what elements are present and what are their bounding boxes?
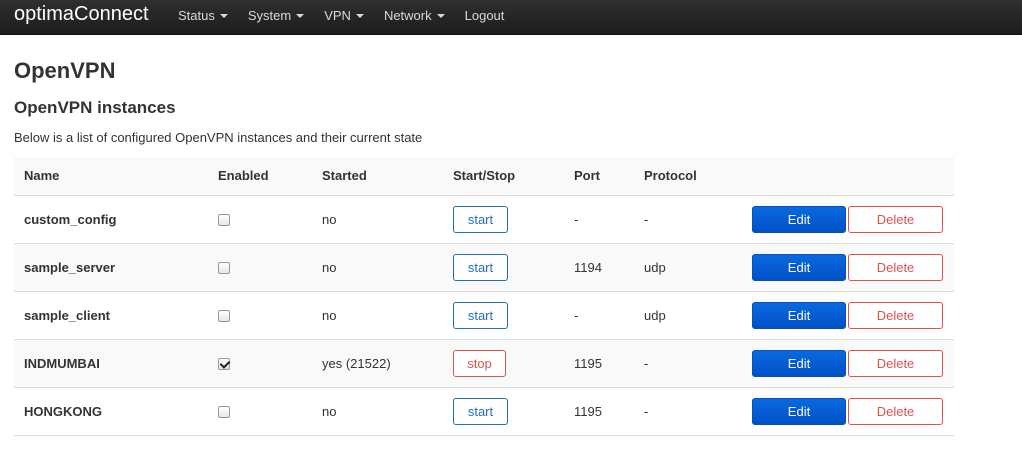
port-value: 1195 bbox=[564, 339, 634, 388]
delete-button[interactable]: Delete bbox=[848, 397, 943, 425]
top-navbar: optimaConnect Status System VPN Network … bbox=[0, 0, 1022, 35]
table-header-row: Name Enabled Started Start/Stop Port Pro… bbox=[14, 157, 954, 196]
edit-button[interactable]: Edit bbox=[752, 253, 846, 281]
actions-cell: Edit Delete bbox=[734, 387, 954, 436]
nav-vpn-label: VPN bbox=[324, 7, 351, 23]
table-row: sample_client no start - udp Edit Delete bbox=[14, 291, 954, 340]
nav-logout-label: Logout bbox=[464, 7, 505, 23]
enabled-cell bbox=[208, 243, 312, 292]
start-stop-cell: start bbox=[443, 243, 564, 292]
enabled-checkbox[interactable] bbox=[218, 406, 230, 419]
delete-button[interactable]: Delete bbox=[848, 349, 943, 377]
stop-button[interactable]: stop bbox=[453, 349, 506, 377]
start-stop-cell: start bbox=[443, 387, 564, 436]
start-button[interactable]: start bbox=[453, 205, 508, 233]
started-status: no bbox=[312, 195, 443, 244]
caret-down-icon bbox=[296, 13, 305, 18]
edit-button[interactable]: Edit bbox=[752, 301, 846, 329]
actions-cell: Edit Delete bbox=[734, 339, 954, 388]
brand-logo[interactable]: optimaConnect bbox=[0, 0, 178, 28]
start-button[interactable]: start bbox=[453, 253, 508, 281]
port-value: 1194 bbox=[564, 243, 634, 292]
caret-down-icon bbox=[219, 13, 228, 18]
table-row: sample_server no start 1194 udp Edit Delete bbox=[14, 243, 954, 292]
port-value: - bbox=[564, 195, 634, 244]
port-value: 1195 bbox=[564, 387, 634, 436]
protocol-value: udp bbox=[634, 291, 734, 340]
instance-name: sample_server bbox=[14, 243, 208, 292]
instance-name: INDMUMBAI bbox=[14, 339, 208, 388]
column-header-actions bbox=[734, 157, 954, 196]
nav-system[interactable]: System bbox=[247, 7, 305, 23]
column-header-protocol: Protocol bbox=[634, 157, 734, 196]
nav-system-label: System bbox=[247, 7, 292, 23]
started-status: yes (21522) bbox=[312, 339, 443, 388]
start-stop-cell: start bbox=[443, 195, 564, 244]
caret-down-icon bbox=[436, 13, 445, 18]
page-title: OpenVPN bbox=[14, 58, 116, 83]
enabled-cell bbox=[208, 291, 312, 340]
column-header-name: Name bbox=[14, 157, 208, 196]
started-status: no bbox=[312, 291, 443, 340]
edit-button[interactable]: Edit bbox=[752, 397, 846, 425]
delete-button[interactable]: Delete bbox=[848, 205, 943, 233]
started-status: no bbox=[312, 243, 443, 292]
edit-button[interactable]: Edit bbox=[752, 349, 846, 377]
enabled-cell bbox=[208, 339, 312, 388]
actions-cell: Edit Delete bbox=[734, 243, 954, 292]
nav-network[interactable]: Network bbox=[384, 8, 445, 23]
section-title: OpenVPN instances bbox=[14, 98, 176, 117]
nav-network-label: Network bbox=[383, 7, 432, 23]
table-row: HONGKONG no start 1195- Edit Delete bbox=[14, 387, 954, 436]
instance-name: sample_client bbox=[14, 291, 208, 340]
protocol-value: udp bbox=[634, 243, 734, 292]
start-stop-cell: stop bbox=[443, 339, 564, 388]
actions-cell: Edit Delete bbox=[734, 195, 954, 244]
delete-button[interactable]: Delete bbox=[848, 253, 943, 281]
started-status: no bbox=[312, 387, 443, 436]
caret-down-icon bbox=[355, 13, 364, 18]
enabled-cell bbox=[208, 195, 312, 244]
protocol-value: - bbox=[634, 339, 734, 388]
nav-status[interactable]: Status bbox=[178, 8, 228, 23]
nav-vpn[interactable]: VPN bbox=[324, 8, 364, 23]
enabled-cell bbox=[208, 387, 312, 436]
enabled-checkbox[interactable] bbox=[218, 358, 230, 371]
enabled-checkbox[interactable] bbox=[218, 262, 230, 275]
nav-status-label: Status bbox=[178, 7, 215, 23]
nav-logout[interactable]: Logout bbox=[465, 8, 505, 23]
start-button[interactable]: start bbox=[453, 397, 508, 425]
start-button[interactable]: start bbox=[453, 301, 508, 329]
column-header-port: Port bbox=[564, 157, 634, 196]
edit-button[interactable]: Edit bbox=[752, 205, 846, 233]
table-row: custom_config no start - - Edit Delete bbox=[14, 195, 954, 244]
openvpn-instances-table: Name Enabled Started Start/Stop Port Pro… bbox=[14, 157, 954, 436]
protocol-value: - bbox=[634, 387, 734, 436]
main-content: OpenVPN OpenVPN instances Below is a lis… bbox=[0, 58, 1022, 436]
column-header-enabled: Enabled bbox=[208, 157, 312, 196]
instance-name: custom_config bbox=[14, 195, 208, 244]
protocol-value: - bbox=[634, 195, 734, 244]
instance-name: HONGKONG bbox=[14, 387, 208, 436]
delete-button[interactable]: Delete bbox=[848, 301, 943, 329]
column-header-started: Started bbox=[312, 157, 443, 196]
actions-cell: Edit Delete bbox=[734, 291, 954, 340]
section-description: Below is a list of configured OpenVPN in… bbox=[14, 130, 423, 145]
port-value: - bbox=[564, 291, 634, 340]
table-body: custom_config no start - - Edit Delete sample_s… bbox=[14, 195, 954, 436]
column-header-start-stop: Start/Stop bbox=[443, 157, 564, 196]
table-row: INDMUMBAI yes (21522) stop 1195- Edit Delete bbox=[14, 339, 954, 388]
enabled-checkbox[interactable] bbox=[218, 310, 230, 323]
enabled-checkbox[interactable] bbox=[218, 214, 230, 227]
start-stop-cell: start bbox=[443, 291, 564, 340]
